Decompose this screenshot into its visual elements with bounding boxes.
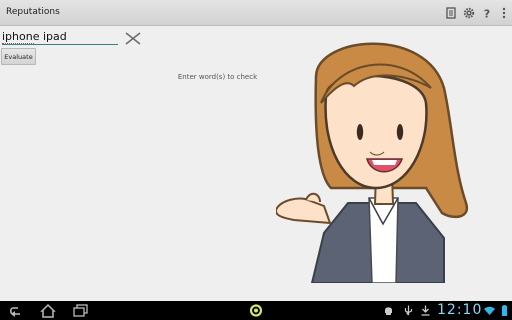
close-icon[interactable] [124,29,142,47]
system-navigation-bar: 12:10 [0,301,512,320]
battery-icon [502,305,507,316]
mascot-illustration [276,42,469,283]
android-debug-icon [385,307,392,315]
status-clock: 12:10 [437,302,483,318]
svg-text:?: ? [484,8,490,21]
app-title: Reputations [6,7,60,17]
app-drawer-icon[interactable] [248,303,264,318]
spellcheck-underline [2,42,34,44]
recent-apps-icon[interactable] [73,303,89,318]
help-icon[interactable]: ? [480,6,494,21]
hint-text: Enter word(s) to check [177,73,258,81]
home-icon[interactable] [40,303,56,318]
action-bar: Reputations ? [0,0,512,26]
back-icon[interactable] [8,303,24,318]
download-icon [421,305,430,316]
main-content: Evaluate Enter word(s) to check [0,27,512,301]
wifi-icon [484,306,495,315]
notes-icon[interactable] [444,6,458,20]
evaluate-button[interactable]: Evaluate [1,48,36,65]
usb-icon [404,305,413,316]
gear-icon[interactable] [462,6,476,20]
overflow-menu-icon[interactable] [497,6,511,20]
